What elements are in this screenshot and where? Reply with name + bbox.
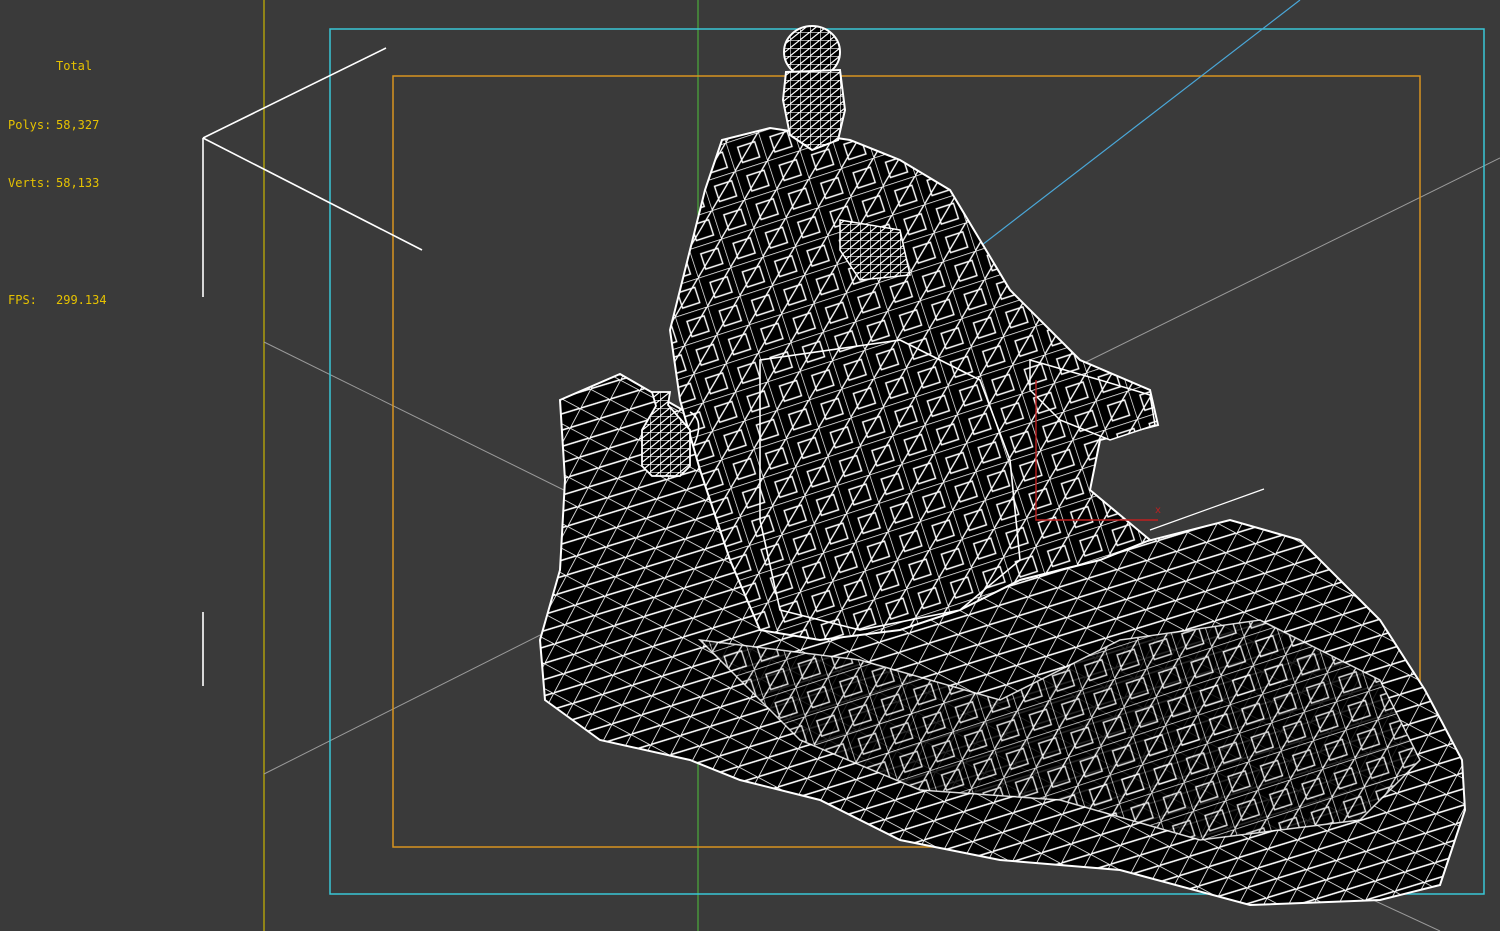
horizon-line-right	[1079, 157, 1500, 366]
light-icon[interactable]	[981, 0, 1301, 246]
svg-text:x: x	[1155, 505, 1161, 516]
verts-value: 58,133	[56, 176, 100, 190]
stats-header-row: Total	[8, 57, 107, 77]
figure-head-mesh[interactable]	[781, 25, 847, 152]
stats-polys-row: Polys: 58,327	[8, 116, 107, 136]
camera-icon[interactable]	[202, 47, 423, 686]
polys-value: 58,327	[56, 117, 100, 132]
viewport[interactable]: x Total Polys: 58,327 Verts: 58,133 FPS:…	[0, 0, 1500, 931]
stats-verts-row: Verts: 58,133	[8, 174, 107, 194]
stats-spacer-row	[8, 233, 107, 253]
horizon-line-left	[263, 341, 581, 499]
horizon-line-bottom	[263, 619, 571, 775]
stats-header: Total	[56, 59, 93, 73]
figure-robe-mesh[interactable]	[668, 126, 1160, 642]
stats-fps-row: FPS: 299.134	[8, 291, 107, 311]
fps-value: 299.134	[56, 293, 107, 307]
verts-label: Verts:	[8, 176, 52, 190]
polys-label: Polys:	[8, 117, 52, 132]
fps-label: FPS:	[8, 293, 37, 307]
scene-canvas[interactable]: x	[0, 0, 1500, 931]
stats-overlay: Total Polys: 58,327 Verts: 58,133 FPS: 2…	[8, 18, 107, 350]
